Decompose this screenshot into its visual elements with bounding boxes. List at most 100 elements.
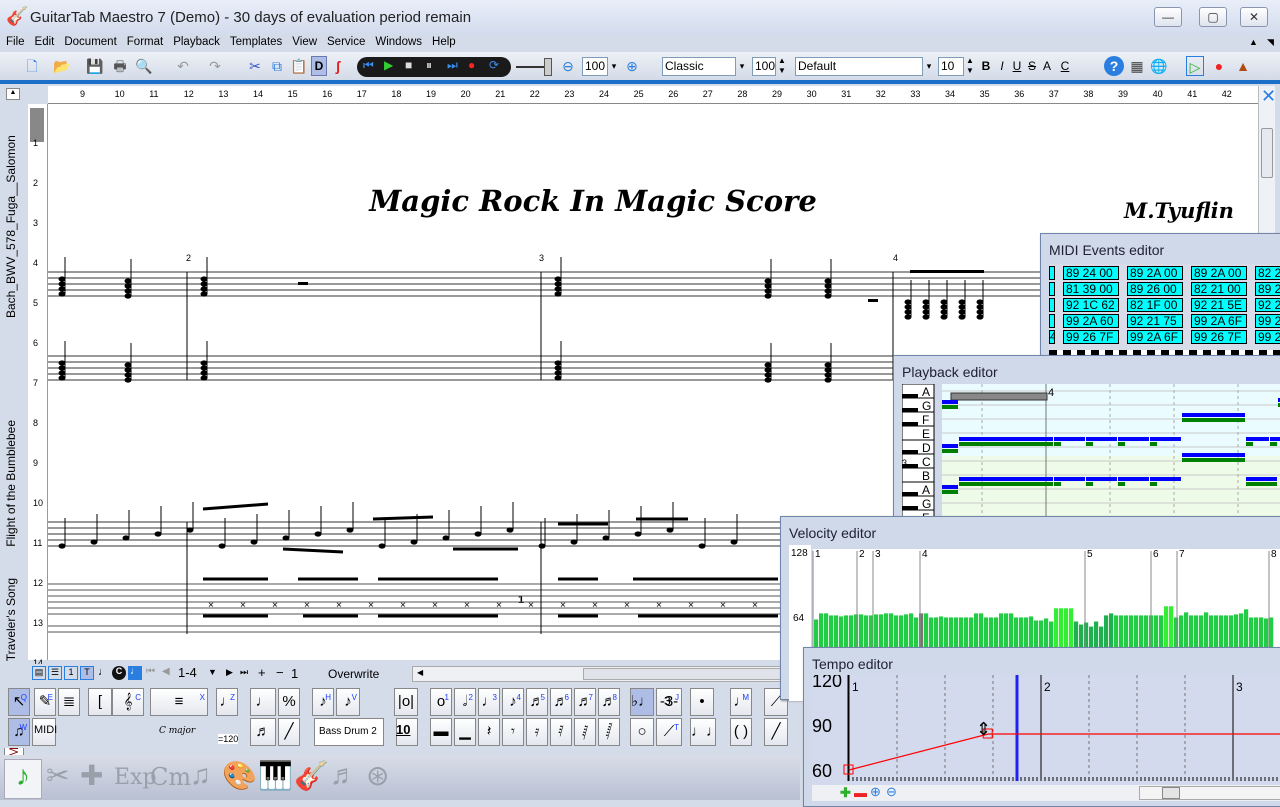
print-preview-icon[interactable]: 🔍 — [134, 56, 154, 76]
midi-event-cell[interactable]: 99 26 7F — [1063, 330, 1119, 344]
palette-tool-button[interactable]: ♭♩ — [630, 688, 654, 716]
midi-event-cell[interactable]: 99 2A 6F — [1191, 314, 1247, 328]
palette-tool-button[interactable]: ⟋ T — [656, 718, 682, 746]
palette-tool-button[interactable]: 𝄾 — [502, 718, 524, 746]
skip-end-icon[interactable]: ⏭ — [447, 58, 458, 73]
palette-tool-button[interactable]: ♬ 8 — [598, 688, 620, 716]
print-icon[interactable]: 🖶 — [110, 56, 130, 76]
compass-icon[interactable]: ⊛ — [366, 759, 389, 792]
tempo-scrollbar[interactable] — [1139, 786, 1280, 800]
list-view-icon[interactable]: ☰ — [48, 666, 62, 680]
first-measure-icon[interactable]: ⏮ — [146, 666, 155, 677]
palette-tool-button[interactable]: ▬ — [430, 718, 452, 746]
menu-service[interactable]: Service — [322, 35, 370, 49]
range-dropdown-icon[interactable]: ▼ — [208, 667, 217, 677]
zoom-out-icon[interactable]: ⊖ — [560, 56, 576, 76]
add-measure-icon[interactable]: + — [258, 665, 266, 680]
volume-slider-thumb[interactable] — [544, 58, 552, 76]
midi-event-cell[interactable]: 81 39 00 — [1063, 282, 1119, 296]
zoom-in-icon[interactable]: ⊕ — [870, 784, 881, 800]
palette-tool-button[interactable]: ♪ V — [336, 688, 360, 716]
last-measure-icon[interactable]: ⏭ — [240, 667, 248, 678]
pause-icon[interactable]: ⏸ — [426, 58, 432, 73]
prev-measure-icon[interactable]: ◀ — [162, 666, 170, 677]
note-mode-icon[interactable]: ♩ — [98, 666, 109, 678]
palette-tool-button[interactable]: 𝅀 — [550, 718, 572, 746]
copy-icon[interactable]: ⧉ — [268, 56, 286, 76]
vertical-scroll-thumb[interactable] — [1261, 128, 1273, 178]
zoom-out-icon[interactable]: ⊖ — [886, 784, 897, 800]
midi-event-cell[interactable]: 4 — [1049, 330, 1055, 344]
palette-tool-button[interactable]: 𝅂 — [598, 718, 620, 746]
palette-icon[interactable]: 🎨 — [222, 759, 257, 792]
chord-mode-icon[interactable]: C — [112, 666, 126, 680]
horizontal-scroll-thumb[interactable] — [583, 668, 783, 680]
midi-event-cell[interactable]: 89 2 — [1255, 282, 1280, 296]
palette-tool-button[interactable]: ♩ M — [730, 688, 752, 716]
midi-event-cell[interactable]: 92 21 5E — [1191, 298, 1247, 312]
midi-button[interactable]: MIDI — [34, 724, 57, 736]
zoom-in-icon[interactable]: ⊕ — [624, 56, 640, 76]
menu-view[interactable]: View — [287, 35, 322, 49]
menu-templates[interactable]: Templates — [225, 35, 287, 49]
palette-tool-button[interactable]: ♫ W — [8, 718, 30, 746]
tempo-chart[interactable]: 120 90 60 1 2 3 ⇕ — [812, 675, 1280, 787]
palette-tool-button[interactable]: ( ) — [730, 718, 752, 746]
midi-event-cell[interactable]: 92 21 75 — [1127, 314, 1183, 328]
next-measure-icon[interactable]: ▶ — [226, 667, 233, 678]
italic-button[interactable]: I — [996, 56, 1008, 76]
voice-note-icon[interactable]: ♩ — [128, 666, 142, 680]
note-icon[interactable]: ♫ — [190, 759, 211, 791]
collapse-up-icon[interactable]: ▲ — [1244, 35, 1263, 49]
palette-tool-button[interactable]: ≡ X — [150, 688, 208, 716]
new-file-icon[interactable]: 🗋 — [22, 56, 42, 76]
palette-tool-button[interactable]: 𝄽 — [478, 718, 500, 746]
text-style-button[interactable]: A — [1041, 56, 1053, 76]
scroll-left-icon[interactable]: ◀ — [417, 668, 423, 677]
menu-help[interactable]: Help — [427, 35, 461, 49]
midi-event-cell[interactable]: 89 24 00 — [1063, 266, 1119, 280]
midi-event-cell[interactable]: 82 21 00 — [1191, 282, 1247, 296]
midi-event-cell[interactable]: 82 2 — [1255, 266, 1280, 280]
palette-tool-button[interactable]: ♬ 5 — [526, 688, 548, 716]
tempo-scroll-thumb[interactable] — [1162, 787, 1180, 799]
record-icon[interactable]: ● — [468, 58, 475, 72]
edit-mode[interactable]: Overwrite — [328, 667, 379, 681]
palette-tool-button[interactable]: • — [690, 688, 714, 716]
maximize-button[interactable]: ▢ — [1199, 7, 1227, 27]
palette-tool-button[interactable]: ≣ — [58, 688, 80, 716]
levels-icon[interactable]: ♬ — [330, 759, 358, 791]
font-select[interactable]: Default — [795, 57, 923, 76]
midi-event-cell[interactable]: 92 2 — [1255, 298, 1280, 312]
midi-event-cell[interactable]: 99 26 7F — [1191, 330, 1247, 344]
tab-bach-fuga[interactable]: Bach_BWV_578_Fuga__Salomon — [4, 108, 18, 318]
instrument-select[interactable]: Bass Drum 2 — [314, 718, 384, 746]
add-tempo-icon[interactable]: ✚ — [840, 785, 851, 801]
play-icon[interactable]: ▶ — [384, 58, 393, 72]
midi-event-cell[interactable]: 99 2 — [1255, 314, 1280, 328]
palette-tool-button[interactable]: ♬ 7 — [574, 688, 596, 716]
style-select[interactable]: Classic — [662, 57, 736, 76]
add-tools-icon[interactable]: ✚ — [80, 759, 103, 792]
style-dropdown-icon[interactable]: ▾ — [737, 56, 747, 76]
palette-tool-button[interactable]: ↖ Q — [8, 688, 30, 716]
loop-icon[interactable]: ⟳ — [489, 58, 499, 72]
horizontal-scrollbar[interactable]: ◀ — [412, 666, 788, 682]
midi-event-cell[interactable]: 89 2A 00 — [1127, 266, 1183, 280]
palette-tool-button[interactable]: ╱ — [278, 718, 300, 746]
remove-measure-icon[interactable]: − — [276, 665, 284, 680]
chord-icon[interactable]: Cm — [150, 763, 191, 791]
menu-file[interactable]: File — [0, 35, 30, 49]
close-panel-icon[interactable]: ✕ — [1261, 86, 1276, 107]
undo-icon[interactable]: ↶ — [172, 56, 194, 76]
midi-event-cell[interactable] — [1049, 282, 1055, 296]
midi-event-cell[interactable]: 99 2A 6F — [1127, 330, 1183, 344]
tab-travelers-song[interactable]: Traveler's Song — [4, 578, 18, 661]
midi-event-cell[interactable]: 82 1F 00 — [1127, 298, 1183, 312]
tools-icon[interactable]: ✂ — [46, 759, 69, 792]
palette-tool-button[interactable]: ♩ — [250, 688, 276, 716]
midi-event-cell[interactable]: 89 2A 00 — [1191, 266, 1247, 280]
font-size-stepper-icon[interactable]: ▲ ▼ — [965, 56, 975, 76]
menu-playback[interactable]: Playback — [168, 35, 225, 49]
page-view-icon[interactable]: ▤ — [32, 666, 46, 680]
